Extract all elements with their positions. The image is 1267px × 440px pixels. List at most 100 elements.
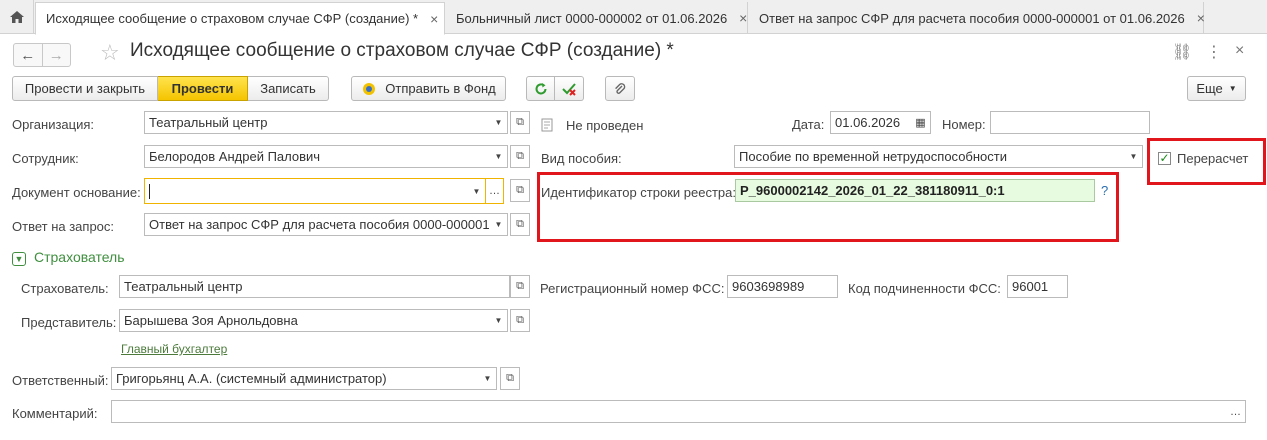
benefit-type-label: Вид пособия: [541,151,622,166]
page-title: Исходящее сообщение о страховом случае С… [130,40,674,61]
basis-open-button[interactable]: ⧉ [510,179,530,202]
responsible-field[interactable]: Григорьянц А.А. (системный администратор… [111,367,480,390]
employee-field[interactable]: Белородов Андрей Палович [144,145,491,168]
post-and-close-button[interactable]: Провести и закрыть [12,76,158,101]
open-icon: ⧉ [516,116,524,128]
more-label: Еще [1196,81,1223,96]
recalc-label: Перерасчет [1177,151,1249,166]
sub-code-field[interactable]: 96001 [1007,275,1068,298]
answer-field[interactable]: Ответ на запрос СФР для расчета пособия … [144,213,491,236]
org-field[interactable]: Театральный центр [144,111,491,134]
chevron-down-icon: ▼ [472,186,481,196]
post-button-group: Провести и закрыть Провести Записать [12,76,329,101]
send-to-fund-button[interactable]: Отправить в Фонд [351,76,506,101]
benefit-type-dropdown-button[interactable]: ▼ [1125,145,1143,168]
close-icon[interactable]: × [1235,42,1244,60]
chevron-down-icon: ▼ [1228,84,1237,93]
tab-answer-request[interactable]: Ответ на запрос СФР для расчета пособия … [749,2,1205,34]
chevron-down-icon: ▼ [494,118,503,127]
basis-select-button[interactable]: … [486,178,504,204]
insurer-open-button[interactable]: ⧉ [510,275,530,298]
insurer-label: Страхователь: [21,281,109,296]
checkmark-icon: ✓ [1158,151,1171,165]
rep-field[interactable]: Барышева Зоя Арнольдовна [119,309,491,332]
basis-label: Документ основание: [12,185,141,200]
tab-close-icon[interactable]: × [430,11,438,27]
registry-id-label: Идентификатор строки реестра: [541,185,736,200]
rep-open-button[interactable]: ⧉ [510,309,530,332]
chevron-down-icon: ▼ [494,152,503,161]
tab-label: Исходящее сообщение о страховом случае С… [46,11,419,26]
number-field[interactable] [990,111,1150,134]
attach-button[interactable] [605,76,635,101]
responsible-open-button[interactable]: ⧉ [500,367,520,390]
employee-dropdown-button[interactable]: ▼ [490,145,508,168]
forward-arrow-icon[interactable]: → [41,44,71,66]
home-tab[interactable] [0,0,34,34]
reg-number-field[interactable]: 9603698989 [727,275,838,298]
refresh-button[interactable] [526,76,555,101]
calendar-icon: ▦ [915,117,926,129]
rep-position-link[interactable]: Главный бухгалтер [121,342,227,356]
tab-close-icon[interactable]: × [739,10,747,26]
comment-edit-button[interactable]: … [1226,400,1246,423]
responsible-dropdown-button[interactable]: ▼ [479,367,497,390]
recalc-checkbox[interactable]: ✓ [1158,150,1171,165]
more-menu-icon[interactable]: ⋮ [1206,42,1222,62]
tab-label: Больничный лист 0000-000002 от 01.06.202… [456,10,728,26]
employee-open-button[interactable]: ⧉ [510,145,530,168]
date-field[interactable]: 01.06.2026 [830,111,912,134]
open-icon: ⧉ [516,184,524,196]
answer-label: Ответ на запрос: [12,219,115,234]
save-button[interactable]: Записать [248,76,329,101]
status-text: Не проведен [566,118,644,133]
tab-outgoing-message[interactable]: Исходящее сообщение о страховом случае С… [35,2,445,35]
back-arrow-icon[interactable]: ← [14,44,42,66]
open-icon: ⧉ [516,150,524,162]
insurer-section-toggle[interactable]: ▼ [12,250,26,266]
registry-id-field[interactable]: P_9600002142_2026_01_22_381180911_0:1 [735,179,1095,202]
cancel-posting-button[interactable] [555,76,584,101]
tab-sick-leave[interactable]: Больничный лист 0000-000002 от 01.06.202… [446,2,748,34]
action-icon-group [526,76,584,101]
paperclip-icon [615,82,626,94]
nav-buttons: ← → [13,43,71,67]
chevron-down-icon: ▼ [494,220,503,229]
open-icon: ⧉ [516,314,524,326]
ellipsis-icon: … [1230,405,1241,418]
chevron-down-icon: ▼ [12,252,26,266]
rep-dropdown-button[interactable]: ▼ [490,309,508,332]
reg-number-label: Регистрационный номер ФСС: [540,281,725,296]
number-label: Номер: [942,117,986,132]
document-status-icon [541,118,554,135]
calendar-button[interactable]: ▦ [911,111,931,134]
insurer-field[interactable]: Театральный центр [119,275,510,298]
org-dropdown-button[interactable]: ▼ [490,111,508,134]
answer-dropdown-button[interactable]: ▼ [490,213,508,236]
date-label: Дата: [792,117,825,132]
benefit-type-field[interactable]: Пособие по временной нетрудоспособности [734,145,1126,168]
help-icon[interactable]: ? [1101,183,1108,198]
open-icon: ⧉ [516,218,524,230]
more-button[interactable]: Еще ▼ [1187,76,1246,101]
org-label: Организация: [12,117,95,132]
basis-field[interactable] [144,178,469,204]
chevron-down-icon: ▼ [494,316,503,325]
answer-open-button[interactable]: ⧉ [510,213,530,236]
tab-close-icon[interactable]: × [1197,10,1205,26]
basis-dropdown-button[interactable]: ▼ [468,178,486,204]
link-icon[interactable]: ⛓ [1172,42,1192,62]
favorite-star-icon[interactable]: ☆ [100,40,120,66]
responsible-label: Ответственный: [12,373,109,388]
send-fund-icon [363,82,376,95]
comment-field[interactable] [111,400,1227,423]
comment-label: Комментарий: [12,406,98,421]
org-open-button[interactable]: ⧉ [510,111,530,134]
text-cursor [149,183,150,199]
unpost-icon [562,82,576,96]
employee-label: Сотрудник: [12,151,79,166]
tab-label: Ответ на запрос СФР для расчета пособия … [759,10,1185,26]
post-button[interactable]: Провести [158,76,248,101]
insurer-section-title[interactable]: Страхователь [34,249,125,265]
refresh-icon [535,82,546,94]
